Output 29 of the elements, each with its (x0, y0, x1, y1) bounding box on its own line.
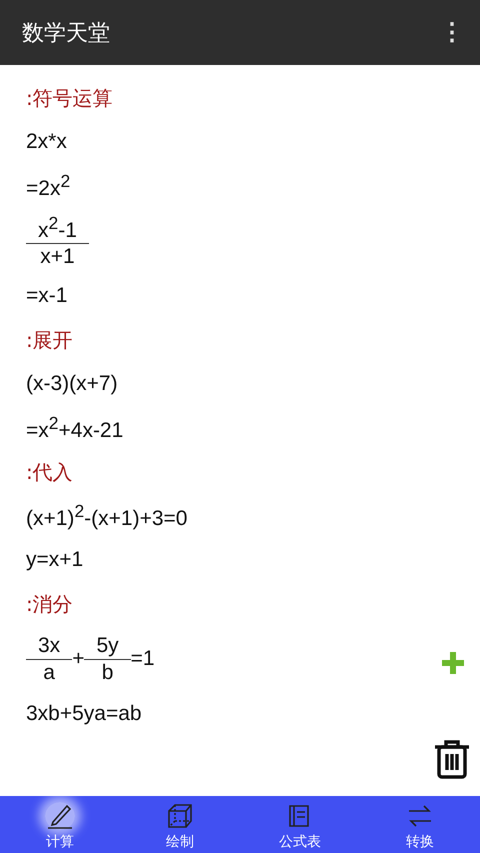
math-expression: + (72, 647, 84, 671)
section-heading: :代入 (26, 458, 73, 486)
nav-tab[interactable]: 绘制 (120, 796, 240, 853)
nav-tab[interactable]: 计算 (0, 796, 120, 853)
math-expression: =1 (130, 647, 155, 671)
app-title: 数学天堂 (22, 20, 110, 48)
section-heading: :展开 (26, 326, 73, 354)
fraction-numerator: x$^{2}$-1 (37, 212, 78, 243)
math-expression: 3xb+5ya=ab (26, 702, 142, 726)
math-expression: =x$^{2}$+4x-21 (26, 413, 124, 443)
math-expression: y=x+1 (26, 548, 84, 572)
math-expression: (x+1)$^{2}$-(x+1)+3=0 (26, 501, 188, 531)
trash-icon[interactable] (433, 739, 471, 779)
fraction-denominator: x+1 (39, 244, 76, 270)
cube-icon (165, 802, 195, 830)
fraction-denominator: b (100, 660, 114, 685)
math-expression: 2x*x (26, 130, 67, 154)
fraction-numerator: 5y (95, 633, 120, 658)
fraction-numerator: 3x (37, 633, 62, 658)
more-menu-button[interactable]: ⋮ (436, 20, 468, 44)
fraction-denominator: a (42, 660, 56, 685)
pencil-icon (45, 802, 75, 830)
section-heading: :符号运算 (26, 84, 113, 112)
nav-tab[interactable]: 转换 (360, 796, 480, 853)
nav-tab[interactable]: 公式表 (240, 796, 360, 853)
math-expression: (x-3)(x+7) (26, 372, 118, 396)
section-heading: :消分 (26, 590, 73, 618)
math-expression: =2x$^{2}$ (26, 171, 70, 201)
math-expression: =x-1 (26, 284, 68, 308)
